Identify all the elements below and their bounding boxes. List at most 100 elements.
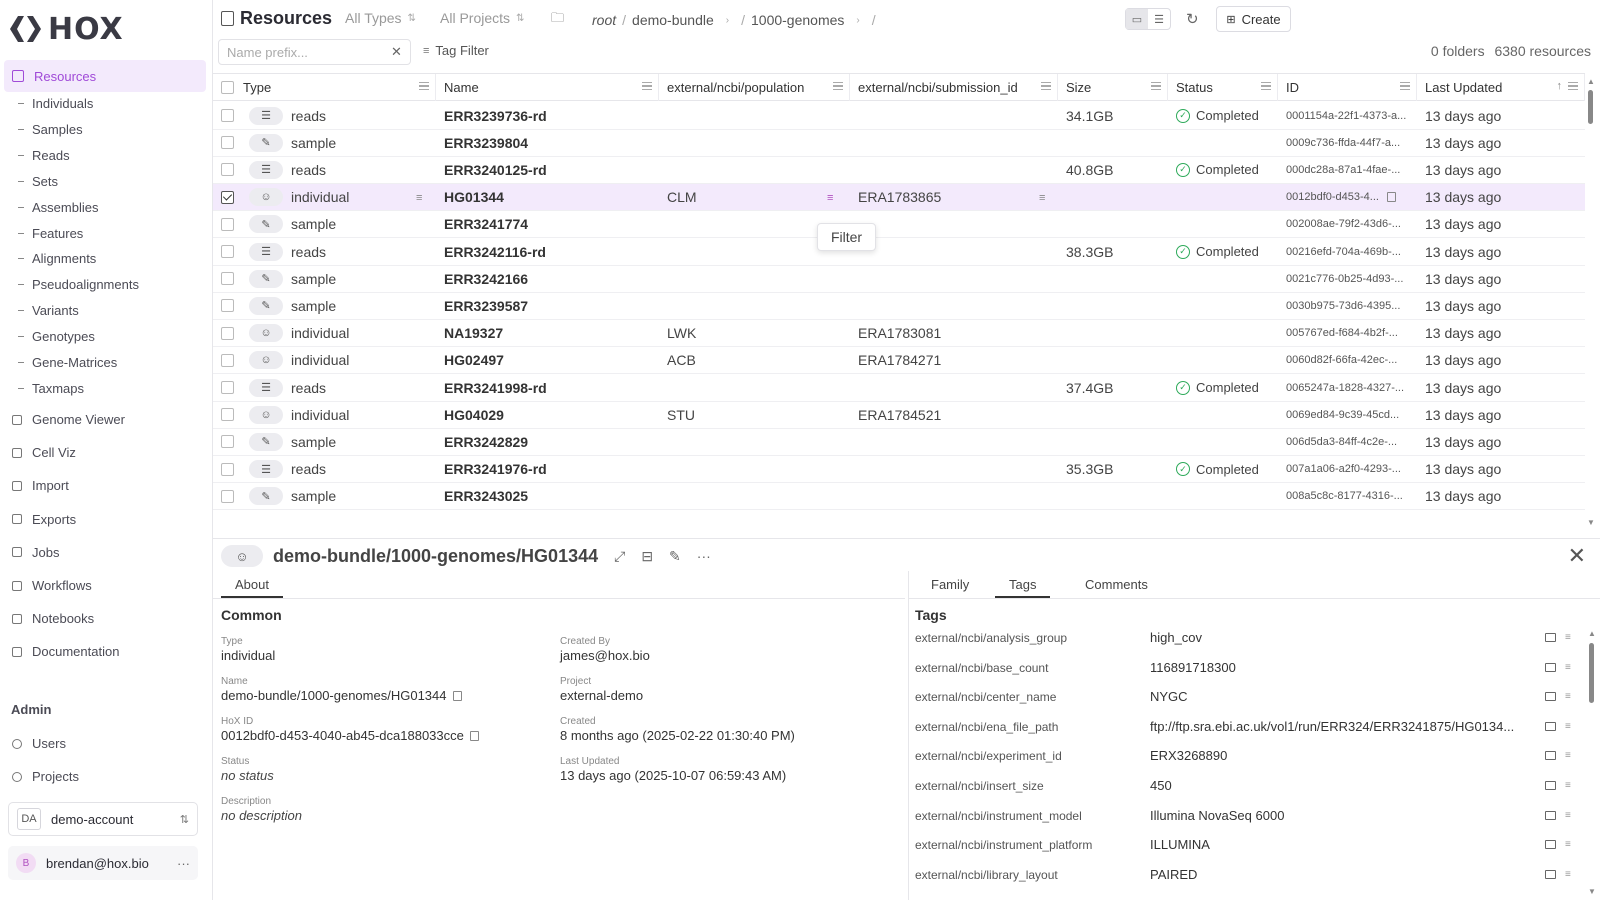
filter-icon[interactable]: ≡ bbox=[1565, 780, 1571, 791]
table-icon[interactable] bbox=[1545, 721, 1556, 731]
tags-scrollbar[interactable]: ▲ ▼ bbox=[1588, 629, 1596, 897]
name-cell[interactable]: ERR3242116-rd bbox=[444, 238, 654, 265]
sidebar-item[interactable]: Jobs bbox=[12, 545, 59, 560]
expand-icon[interactable]: ⤢ bbox=[614, 548, 625, 565]
name-cell[interactable]: NA19327 bbox=[444, 320, 654, 347]
name-prefix-input[interactable] bbox=[218, 39, 411, 65]
name-cell[interactable]: ERR3239587 bbox=[444, 292, 654, 319]
tab-about[interactable]: About bbox=[221, 573, 283, 598]
row-checkbox[interactable] bbox=[221, 136, 234, 150]
name-cell[interactable]: ERR3240125-rd bbox=[444, 156, 654, 183]
column-header[interactable]: Size bbox=[1058, 74, 1168, 101]
sidebar-item[interactable]: Notebooks bbox=[12, 611, 94, 626]
sidebar-item[interactable]: Cell Viz bbox=[12, 445, 76, 460]
column-menu-icon[interactable] bbox=[642, 82, 652, 90]
column-menu-icon[interactable] bbox=[419, 82, 429, 90]
filter-icon[interactable]: ≡ bbox=[1565, 632, 1571, 643]
table-icon[interactable] bbox=[1545, 810, 1556, 820]
chevron-right-icon[interactable]: › bbox=[856, 15, 859, 26]
move-folder-icon[interactable]: ⊟ bbox=[641, 548, 653, 565]
table-row[interactable]: ✎ sample ERR3239587 0030b975-73d6-4395... 13… bbox=[213, 292, 1585, 320]
column-menu-icon[interactable] bbox=[1261, 82, 1271, 90]
table-icon[interactable] bbox=[1545, 633, 1556, 642]
column-menu-icon[interactable] bbox=[833, 82, 843, 90]
folder-view-icon[interactable]: ▭ bbox=[1126, 9, 1148, 29]
filter-icon[interactable]: ≡ bbox=[1565, 869, 1571, 880]
row-checkbox[interactable] bbox=[221, 489, 234, 503]
row-checkbox[interactable] bbox=[221, 109, 234, 122]
row-checkbox[interactable] bbox=[221, 163, 234, 177]
sidebar-subitem[interactable]: Alignments bbox=[18, 251, 96, 266]
tab-comments[interactable]: Comments bbox=[1071, 573, 1162, 596]
column-menu-icon[interactable] bbox=[1568, 82, 1578, 90]
sidebar-item[interactable]: Users bbox=[12, 736, 66, 751]
name-cell[interactable]: ERR3242166 bbox=[444, 265, 654, 292]
sidebar-subitem[interactable]: Features bbox=[18, 226, 83, 241]
table-scrollbar[interactable]: ▲ ▼ bbox=[1587, 77, 1595, 527]
column-menu-icon[interactable] bbox=[1041, 82, 1051, 90]
table-row[interactable]: ☰ reads ERR3241976-rd 35.3GB ✓ Completed 007a1… bbox=[213, 456, 1585, 484]
breadcrumb-demo-bundle[interactable]: demo-bundle bbox=[632, 12, 714, 28]
name-cell[interactable]: ERR3239804 bbox=[444, 129, 654, 156]
filter-icon[interactable]: ≡ bbox=[1565, 662, 1571, 673]
table-icon[interactable] bbox=[1545, 692, 1556, 702]
name-cell[interactable]: HG01344 bbox=[444, 184, 654, 211]
column-header[interactable]: Type bbox=[235, 74, 436, 101]
name-cell[interactable]: ERR3241774 bbox=[444, 211, 654, 238]
sidebar-subitem[interactable]: Assemblies bbox=[18, 200, 98, 215]
scrollbar-thumb[interactable] bbox=[1589, 643, 1594, 703]
name-cell[interactable]: ERR3243025 bbox=[444, 483, 654, 510]
close-icon[interactable]: ✕ bbox=[1568, 543, 1586, 569]
table-row[interactable]: ☰ reads ERR3239736-rd 34.1GB ✓ Completed 00011… bbox=[213, 102, 1585, 130]
table-row[interactable]: ✎ sample ERR3242829 006d5da3-84ff-4c2e-... 1… bbox=[213, 428, 1585, 456]
column-header[interactable]: external/ncbi/submission_id bbox=[850, 74, 1058, 101]
account-switcher[interactable]: DA demo-account ⇅ bbox=[8, 802, 198, 836]
create-button[interactable]: ⊞ Create bbox=[1216, 6, 1291, 32]
filter-icon[interactable]: ≡ bbox=[1565, 750, 1571, 761]
filter-icon[interactable]: ≡ bbox=[1565, 839, 1571, 850]
filter-icon[interactable]: ≡ bbox=[1565, 810, 1571, 821]
table-icon[interactable] bbox=[1545, 840, 1556, 850]
column-header[interactable]: external/ncbi/population bbox=[659, 74, 850, 101]
sidebar-subitem[interactable]: Sets bbox=[18, 174, 58, 189]
table-row[interactable]: ☰ reads ERR3242116-rd 38.3GB ✓ Completed 00216… bbox=[213, 238, 1585, 266]
scroll-up-icon[interactable]: ▲ bbox=[1587, 77, 1595, 86]
scrollbar-thumb[interactable] bbox=[1588, 90, 1593, 124]
chevron-right-icon[interactable]: › bbox=[726, 15, 729, 26]
row-checkbox[interactable] bbox=[221, 435, 234, 449]
column-menu-icon[interactable] bbox=[1400, 82, 1410, 90]
table-row[interactable]: ✎ sample ERR3239804 0009c736-ffda-44f7-a...… bbox=[213, 129, 1585, 157]
sidebar-subitem[interactable]: Genotypes bbox=[18, 329, 95, 344]
sidebar-item[interactable]: Documentation bbox=[12, 644, 119, 659]
sidebar-subitem[interactable]: Individuals bbox=[18, 96, 93, 111]
table-row[interactable]: ☺ individual ≡ HG01344 CLM ≡ ERA1783865 ≡ 0012bd… bbox=[213, 183, 1585, 212]
row-checkbox[interactable] bbox=[221, 272, 234, 286]
sidebar-subitem[interactable]: Pseudoalignments bbox=[18, 277, 139, 292]
edit-icon[interactable]: ✎ bbox=[669, 548, 681, 565]
filter-icon[interactable]: ≡ bbox=[1565, 691, 1571, 702]
name-cell[interactable]: ERR3239736-rd bbox=[444, 102, 654, 129]
row-checkbox[interactable] bbox=[221, 381, 234, 394]
more-icon[interactable]: ··· bbox=[697, 548, 711, 564]
name-cell[interactable]: HG04029 bbox=[444, 401, 654, 428]
folder-icon[interactable]: 🗀 bbox=[551, 9, 564, 31]
sidebar-subitem[interactable]: Variants bbox=[18, 303, 79, 318]
scroll-down-icon[interactable]: ▼ bbox=[1588, 887, 1596, 896]
row-checkbox[interactable] bbox=[221, 299, 234, 313]
table-row[interactable]: ☰ reads ERR3241998-rd 37.4GB ✓ Completed 00652… bbox=[213, 374, 1585, 402]
sidebar-item[interactable]: Exports bbox=[12, 512, 76, 527]
row-checkbox[interactable] bbox=[221, 326, 234, 340]
user-menu[interactable]: B brendan@hox.bio ··· bbox=[8, 846, 198, 880]
sidebar-item[interactable]: Genome Viewer bbox=[12, 412, 125, 427]
table-row[interactable]: ✎ sample ERR3243025 008a5c8c-8177-4316-... 1… bbox=[213, 483, 1585, 511]
table-row[interactable]: ☺ individual NA19327 LWK ERA1783081 005767ed-… bbox=[213, 320, 1585, 348]
name-cell[interactable]: HG02497 bbox=[444, 347, 654, 374]
name-cell[interactable]: ERR3241976-rd bbox=[444, 456, 654, 483]
row-checkbox[interactable] bbox=[221, 353, 234, 367]
table-icon[interactable] bbox=[1545, 662, 1556, 672]
sidebar-subitem[interactable]: Gene-Matrices bbox=[18, 355, 117, 370]
name-cell[interactable]: ERR3241998-rd bbox=[444, 374, 654, 401]
name-cell[interactable]: ERR3242829 bbox=[444, 428, 654, 455]
row-checkbox[interactable] bbox=[221, 462, 234, 476]
table-row[interactable]: ☰ reads ERR3240125-rd 40.8GB ✓ Completed 000dc… bbox=[213, 156, 1585, 184]
